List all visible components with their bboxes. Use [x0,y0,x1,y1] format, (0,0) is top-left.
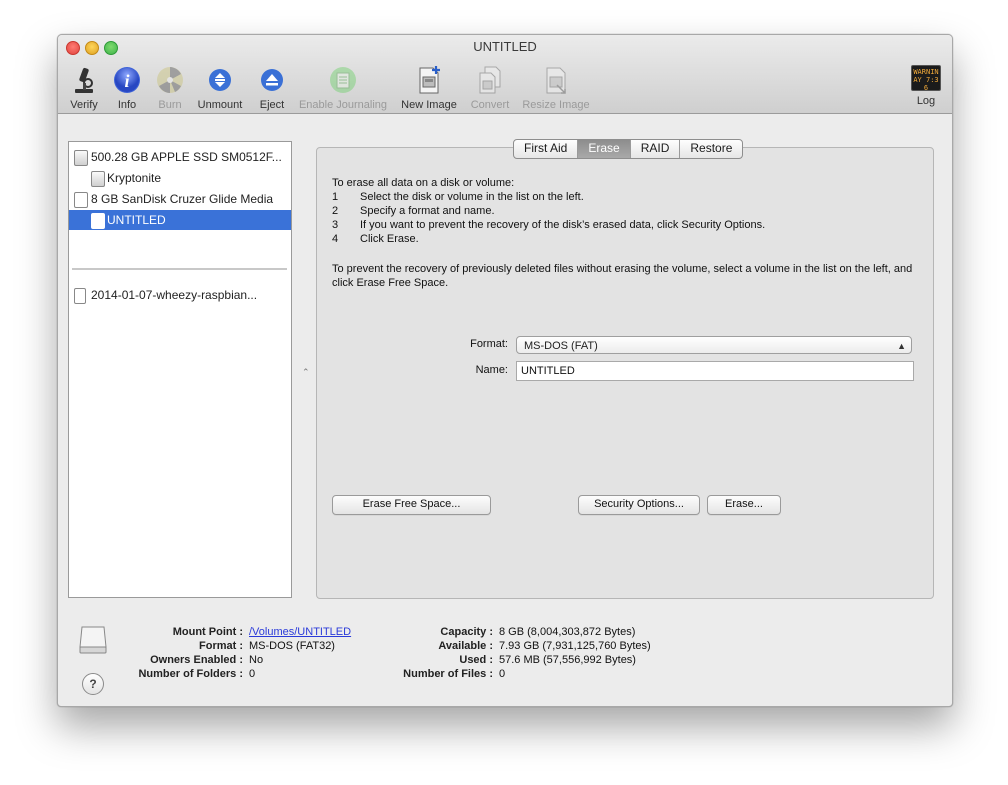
convert-label: Convert [470,99,510,111]
resize-image-label: Resize Image [522,99,590,111]
tab-restore[interactable]: Restore [680,140,742,158]
erase-button[interactable]: Erase... [707,495,781,515]
journaling-icon [328,65,358,95]
info-icon: i [112,65,142,95]
disk-image-icon [74,288,86,304]
folders-count-label: Number of Folders : [138,668,243,680]
eject-label: Eject [259,99,285,111]
step-text: Select the disk or volume in the list on… [360,191,584,203]
new-image-icon [414,65,444,95]
hard-disk-icon [74,150,88,166]
used-value: 57.6 MB (57,556,992 Bytes) [499,654,636,666]
burn-icon [155,65,185,95]
tab-erase[interactable]: Erase [578,140,631,158]
verify-button[interactable]: Verify [66,65,102,111]
unmount-button[interactable]: Unmount [194,65,246,111]
capacity-value: 8 GB (8,004,303,872 Bytes) [499,626,636,638]
files-count-value: 0 [499,668,506,680]
info-button[interactable]: i Info [109,65,145,111]
new-image-button[interactable]: New Image [398,65,460,111]
instructions-intro: To erase all data on a disk or volume: [332,177,515,189]
format-label: Format: [470,338,508,350]
list-item-sandisk[interactable]: 8 GB SanDisk Cruzer Glide Media [69,189,291,209]
log-label: Log [916,95,936,107]
help-button[interactable]: ? [82,673,104,695]
name-label: Name: [475,364,508,376]
step-number: 2 [332,205,339,217]
used-label: Used : [459,654,493,666]
disk-list: 500.28 GB APPLE SSD SM0512F... Kryptonit… [68,141,292,598]
enable-journaling-label: Enable Journaling [298,99,388,111]
owners-enabled-value: No [249,654,264,666]
format-select[interactable]: MS-DOS (FAT) ▲ [516,336,912,354]
volume-icon [91,213,105,229]
verify-label: Verify [70,99,98,111]
volume-icon [91,171,105,187]
folders-count-value: 0 [249,668,256,680]
split-view-handle[interactable]: ⌃ [302,367,310,378]
list-item-disk-image[interactable]: 2014-01-07-wheezy-raspbian... [69,285,291,305]
tab-bar: First Aid Erase RAID Restore [513,139,744,159]
list-item-label: 2014-01-07-wheezy-raspbian... [91,288,258,302]
convert-button[interactable]: Convert [466,65,514,111]
disk-utility-window: UNTITLED Verify i Info Burn Unmount Ejec… [57,34,953,707]
drive-icon [79,625,107,655]
step-number: 1 [332,191,339,203]
svg-text:i: i [124,71,129,91]
step-number: 4 [332,233,339,245]
usb-disk-icon [74,192,88,208]
step-text: Click Erase. [360,233,419,245]
mount-point-link[interactable]: /Volumes/UNTITLED [249,625,351,639]
updown-arrows-icon: ▲ [897,341,906,351]
mount-point-label: Mount Point : [172,626,243,638]
info-label: Info [117,99,137,111]
list-item-label: Kryptonite [107,171,162,185]
security-options-button[interactable]: Security Options... [578,495,700,515]
unmount-icon [205,65,235,95]
list-item-label: 500.28 GB APPLE SSD SM0512F... [91,150,282,164]
list-item-ssd[interactable]: 500.28 GB APPLE SSD SM0512F... [69,147,291,167]
log-button[interactable]: WARNIN AY 7:36 Log [910,65,942,107]
name-field[interactable] [516,361,914,381]
log-screen-text: WARNIN AY 7:36 [913,68,939,91]
log-console-icon: WARNIN AY 7:36 [911,65,941,91]
eject-icon [257,65,287,95]
owners-enabled-label: Owners Enabled : [150,654,243,666]
list-divider [72,268,287,270]
free-space-note: To prevent the recovery of previously de… [332,263,913,289]
files-count-label: Number of Files : [403,668,493,680]
available-value: 7.93 GB (7,931,125,760 Bytes) [499,640,651,652]
format-select-value: MS-DOS (FAT) [524,340,598,352]
list-item-label: 8 GB SanDisk Cruzer Glide Media [91,192,274,206]
list-item-kryptonite[interactable]: Kryptonite [69,168,291,188]
resize-image-button[interactable]: Resize Image [520,65,592,111]
step-number: 3 [332,219,339,231]
erase-instructions: To erase all data on a disk or volume: 1… [332,176,765,246]
list-item-untitled[interactable]: UNTITLED [69,210,291,230]
resize-image-icon [541,65,571,95]
convert-icon [475,65,505,95]
unmount-label: Unmount [197,99,243,111]
tab-raid[interactable]: RAID [631,140,681,158]
eject-button[interactable]: Eject [254,65,290,111]
toolbar: UNTITLED Verify i Info Burn Unmount Ejec… [58,35,952,114]
format-detail-value: MS-DOS (FAT32) [249,640,335,652]
burn-label: Burn [158,99,182,111]
new-image-label: New Image [401,99,457,111]
format-detail-label: Format : [199,640,243,652]
erase-free-space-button[interactable]: Erase Free Space... [332,495,491,515]
enable-journaling-button[interactable]: Enable Journaling [296,65,390,111]
burn-button[interactable]: Burn [152,65,188,111]
capacity-label: Capacity : [440,626,493,638]
step-text: Specify a format and name. [360,205,495,217]
step-text: If you want to prevent the recovery of t… [360,219,766,231]
available-label: Available : [438,640,493,652]
list-item-label: UNTITLED [107,213,166,227]
microscope-icon [69,65,99,95]
tab-first-aid[interactable]: First Aid [514,140,579,158]
window-title: UNTITLED [473,39,537,54]
